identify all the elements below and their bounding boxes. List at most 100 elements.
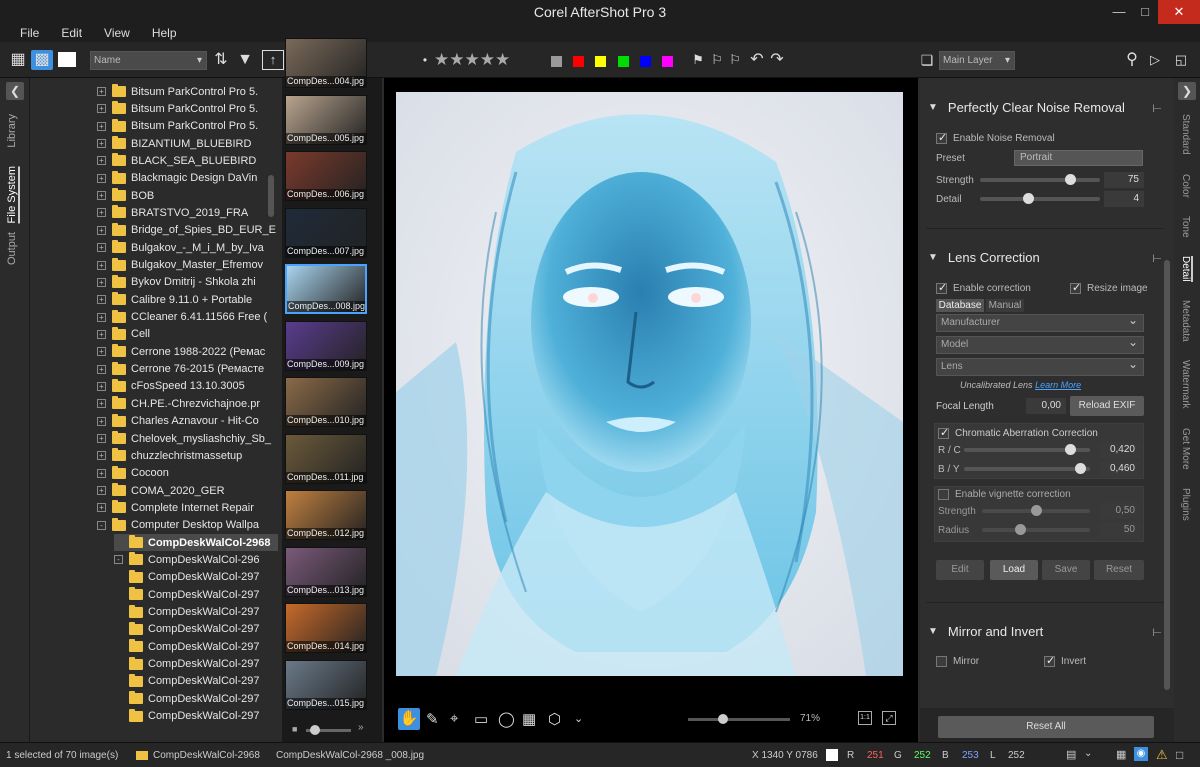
thumbnail[interactable]: CompDes...014.jpg: [285, 603, 367, 653]
pin-icon[interactable]: ⊢: [1152, 252, 1162, 265]
tree-node[interactable]: CompDeskWalCol-297: [114, 708, 278, 725]
tree-node[interactable]: CompDeskWalCol-297: [114, 656, 278, 673]
tree-node[interactable]: + BRATSTVO_2019_FRA: [97, 204, 278, 221]
detail-knob[interactable]: [1023, 193, 1034, 204]
menu-help[interactable]: Help: [152, 24, 177, 42]
expand-icon[interactable]: +: [97, 277, 106, 287]
zoom-1to1-button[interactable]: 1:1: [858, 711, 872, 725]
tab-standard[interactable]: Standard: [1180, 114, 1191, 155]
tree-node[interactable]: + Cerrone 1988-2022 (Ремас: [97, 343, 278, 360]
collapse-icon[interactable]: -: [114, 555, 123, 565]
load-button[interactable]: Load: [990, 560, 1038, 580]
zoom-slider[interactable]: [688, 714, 790, 724]
tab-library[interactable]: Library: [6, 114, 18, 148]
tree-node[interactable]: + Bitsum ParkControl Pro 5.: [97, 83, 278, 100]
tree-node[interactable]: + CCleaner 6.41.11566 Free (: [97, 309, 278, 326]
pin-icon[interactable]: ⊢: [1152, 626, 1162, 639]
reset-button[interactable]: Reset: [1094, 560, 1144, 580]
redeye-icon[interactable]: ◯: [498, 710, 515, 728]
tree-node[interactable]: CompDeskWalCol-297: [114, 586, 278, 603]
noise-enable-checkbox[interactable]: [936, 131, 947, 144]
invert-checkbox[interactable]: [1044, 654, 1055, 667]
thumbnail[interactable]: CompDes...006.jpg: [285, 151, 367, 201]
collapse-right-icon[interactable]: ❯: [1178, 82, 1196, 100]
export-icon[interactable]: ↑: [262, 50, 284, 70]
tree-node[interactable]: CompDeskWalCol-297: [114, 621, 278, 638]
expand-icon[interactable]: +: [97, 139, 106, 149]
tree-node[interactable]: + Calibre 9.11.0 + Portable: [97, 291, 278, 308]
expand-icon[interactable]: +: [97, 347, 106, 357]
tree-node[interactable]: + cFosSpeed 13.10.3005: [97, 378, 278, 395]
expand-icon[interactable]: +: [97, 225, 106, 235]
expand-icon[interactable]: +: [97, 503, 106, 513]
sort-select[interactable]: Name: [90, 51, 207, 70]
menu-file[interactable]: File: [20, 24, 39, 42]
reset-all-button[interactable]: Reset All: [938, 716, 1154, 738]
flag-clear-icon[interactable]: ⚐: [727, 50, 743, 70]
strength-slider[interactable]: [980, 174, 1100, 185]
label-magenta-swatch[interactable]: [662, 56, 673, 67]
reload-exif-button[interactable]: Reload EXIF: [1070, 396, 1144, 416]
tree-node[interactable]: + BLACK_SEA_BLUEBIRD: [97, 152, 278, 169]
thumbnail[interactable]: CompDes...008.jpg: [285, 264, 367, 314]
ca-row[interactable]: Chromatic Aberration Correction: [938, 426, 1098, 439]
rating-stars[interactable]: ★★★★★: [434, 51, 510, 69]
expand-icon[interactable]: +: [97, 451, 106, 461]
preset-select[interactable]: Portrait: [1014, 150, 1143, 166]
expand-icon[interactable]: +: [97, 87, 106, 96]
thumbnail[interactable]: CompDes...009.jpg: [285, 320, 367, 371]
lens-section-header[interactable]: ▼ Lens Correction: [928, 250, 1040, 265]
split-view-icon[interactable]: ▩: [31, 50, 53, 70]
tree-node[interactable]: + Complete Internet Repair: [97, 499, 278, 516]
region-icon[interactable]: ▦: [522, 710, 536, 728]
manufacturer-select[interactable]: Manufacturer: [936, 312, 1144, 332]
pin-icon[interactable]: ⊢: [1152, 102, 1162, 115]
vignette-row[interactable]: Enable vignette correction: [938, 489, 1071, 500]
tree-node[interactable]: - CompDeskWalCol-296: [114, 551, 278, 568]
expand-icon[interactable]: +: [97, 295, 106, 305]
vig-radius-slider[interactable]: [982, 524, 1090, 535]
lens-select[interactable]: Lens: [936, 356, 1144, 376]
tab-metadata[interactable]: Metadata: [1180, 300, 1191, 342]
layer-select[interactable]: Main Layer: [939, 51, 1015, 70]
tree-node[interactable]: CompDeskWalCol-297: [114, 690, 278, 707]
expand-icon[interactable]: +: [97, 312, 106, 322]
eyedropper-icon[interactable]: ✎: [426, 710, 439, 728]
fullscreen-icon[interactable]: ◱: [1170, 50, 1192, 70]
resize-row[interactable]: Resize image: [1070, 281, 1148, 294]
save-button[interactable]: Save: [1042, 560, 1090, 580]
by-value[interactable]: 0,460: [1100, 461, 1140, 477]
filmstrip-expand-icon[interactable]: »: [358, 722, 364, 733]
menu-view[interactable]: View: [104, 24, 130, 42]
vignette-checkbox[interactable]: [938, 489, 949, 500]
collapse-icon[interactable]: -: [97, 520, 106, 530]
expand-icon[interactable]: +: [97, 121, 106, 131]
vig-strength-slider[interactable]: [982, 505, 1090, 516]
label-green-swatch[interactable]: [618, 56, 629, 67]
label-red-swatch[interactable]: [573, 56, 584, 67]
expand-icon[interactable]: +: [97, 104, 106, 114]
tree-scrollbar[interactable]: [268, 175, 274, 217]
tree-node[interactable]: + Charles Aznavour - Hit-Co: [97, 413, 278, 430]
straighten-icon[interactable]: ▭: [474, 710, 488, 728]
minimize-icon[interactable]: —: [1106, 0, 1132, 24]
expand-icon[interactable]: +: [97, 381, 106, 391]
tab-output[interactable]: Output: [6, 232, 18, 265]
expand-icon[interactable]: +: [97, 173, 106, 183]
fit-screen-icon[interactable]: ⤢: [882, 711, 896, 725]
thumbnail[interactable]: CompDes...015.jpg: [285, 659, 367, 710]
rotate-right-icon[interactable]: ↷: [768, 50, 786, 70]
tab-file-system[interactable]: File System: [6, 166, 20, 224]
expand-icon[interactable]: +: [97, 191, 106, 201]
panel-scrollbar[interactable]: [1164, 260, 1170, 690]
no-rating-dot-icon[interactable]: •: [420, 50, 430, 70]
tree-node[interactable]: + Cocoon: [97, 465, 278, 482]
edit-button[interactable]: Edit: [936, 560, 984, 580]
tab-watermark[interactable]: Watermark: [1180, 360, 1191, 409]
rc-slider[interactable]: [964, 444, 1090, 455]
label-gray-swatch[interactable]: [551, 56, 562, 67]
expand-icon[interactable]: +: [97, 399, 106, 409]
search-icon[interactable]: ⚲: [1122, 50, 1142, 70]
tab-detail[interactable]: Detail: [1180, 256, 1193, 282]
thumbnail[interactable]: CompDes...013.jpg: [285, 546, 367, 597]
